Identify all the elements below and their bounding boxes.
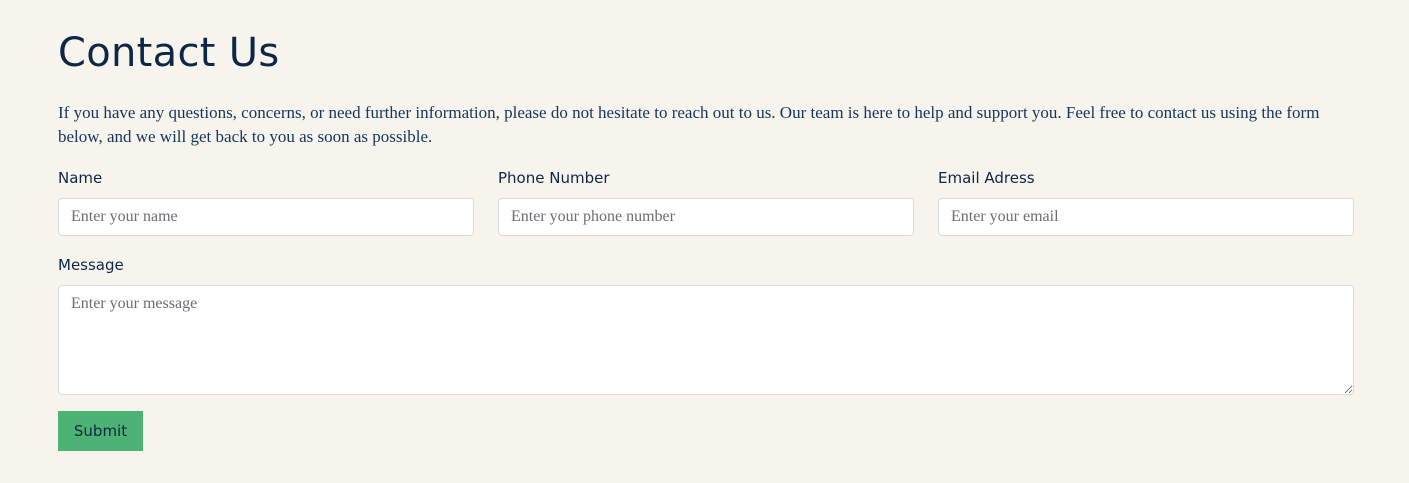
name-label: Name: [58, 169, 103, 187]
contact-page: Contact Us If you have any questions, co…: [0, 0, 1409, 483]
page-title: Contact Us: [58, 30, 280, 76]
message-label: Message: [58, 256, 124, 274]
message-textarea[interactable]: [58, 285, 1354, 395]
name-input[interactable]: [58, 198, 474, 236]
email-label: Email Adress: [938, 169, 1035, 187]
intro-text: If you have any questions, concerns, or …: [58, 103, 1320, 146]
submit-button[interactable]: Submit: [58, 411, 143, 451]
email-input[interactable]: [938, 198, 1354, 236]
phone-input[interactable]: [498, 198, 914, 236]
phone-label: Phone Number: [498, 169, 610, 187]
